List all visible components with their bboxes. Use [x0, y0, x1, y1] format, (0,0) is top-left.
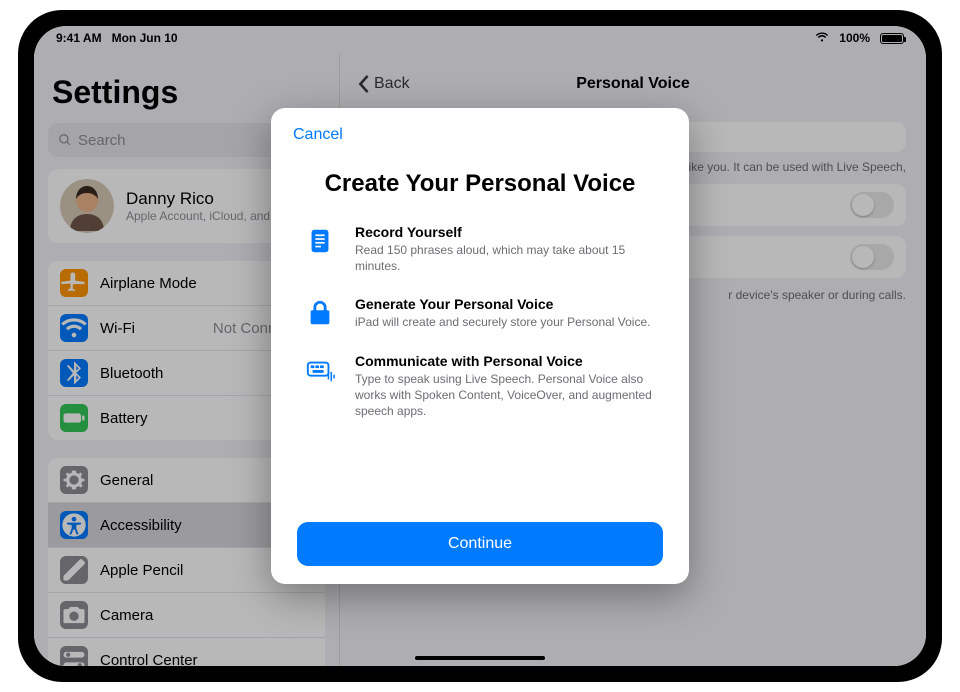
screen: 9:41 AM Mon Jun 10 100% Settings Search	[34, 26, 926, 666]
modal-title: Create Your Personal Voice	[299, 170, 661, 198]
lock-icon	[303, 296, 337, 330]
modal-info-item: Record Yourself Read 150 phrases aloud, w…	[303, 224, 657, 274]
page-icon	[303, 224, 337, 258]
keyboard-sound-icon	[303, 353, 337, 387]
cancel-button[interactable]: Cancel	[289, 124, 347, 146]
personal-voice-modal: Cancel Create Your Personal Voice Record…	[271, 108, 689, 584]
modal-info-item: Communicate with Personal Voice Type to s…	[303, 353, 657, 420]
modal-item-title: Generate Your Personal Voice	[355, 296, 657, 312]
modal-info-item: Generate Your Personal Voice iPad will cr…	[303, 296, 657, 330]
ipad-frame: 9:41 AM Mon Jun 10 100% Settings Search	[18, 10, 942, 682]
continue-button[interactable]: Continue	[297, 522, 663, 566]
modal-item-title: Record Yourself	[355, 224, 657, 240]
modal-item-desc: iPad will create and securely store your…	[355, 314, 657, 330]
modal-item-desc: Type to speak using Live Speech. Persona…	[355, 371, 657, 420]
home-indicator[interactable]	[415, 656, 545, 660]
modal-item-title: Communicate with Personal Voice	[355, 353, 657, 369]
modal-item-desc: Read 150 phrases aloud, which may take a…	[355, 242, 657, 274]
